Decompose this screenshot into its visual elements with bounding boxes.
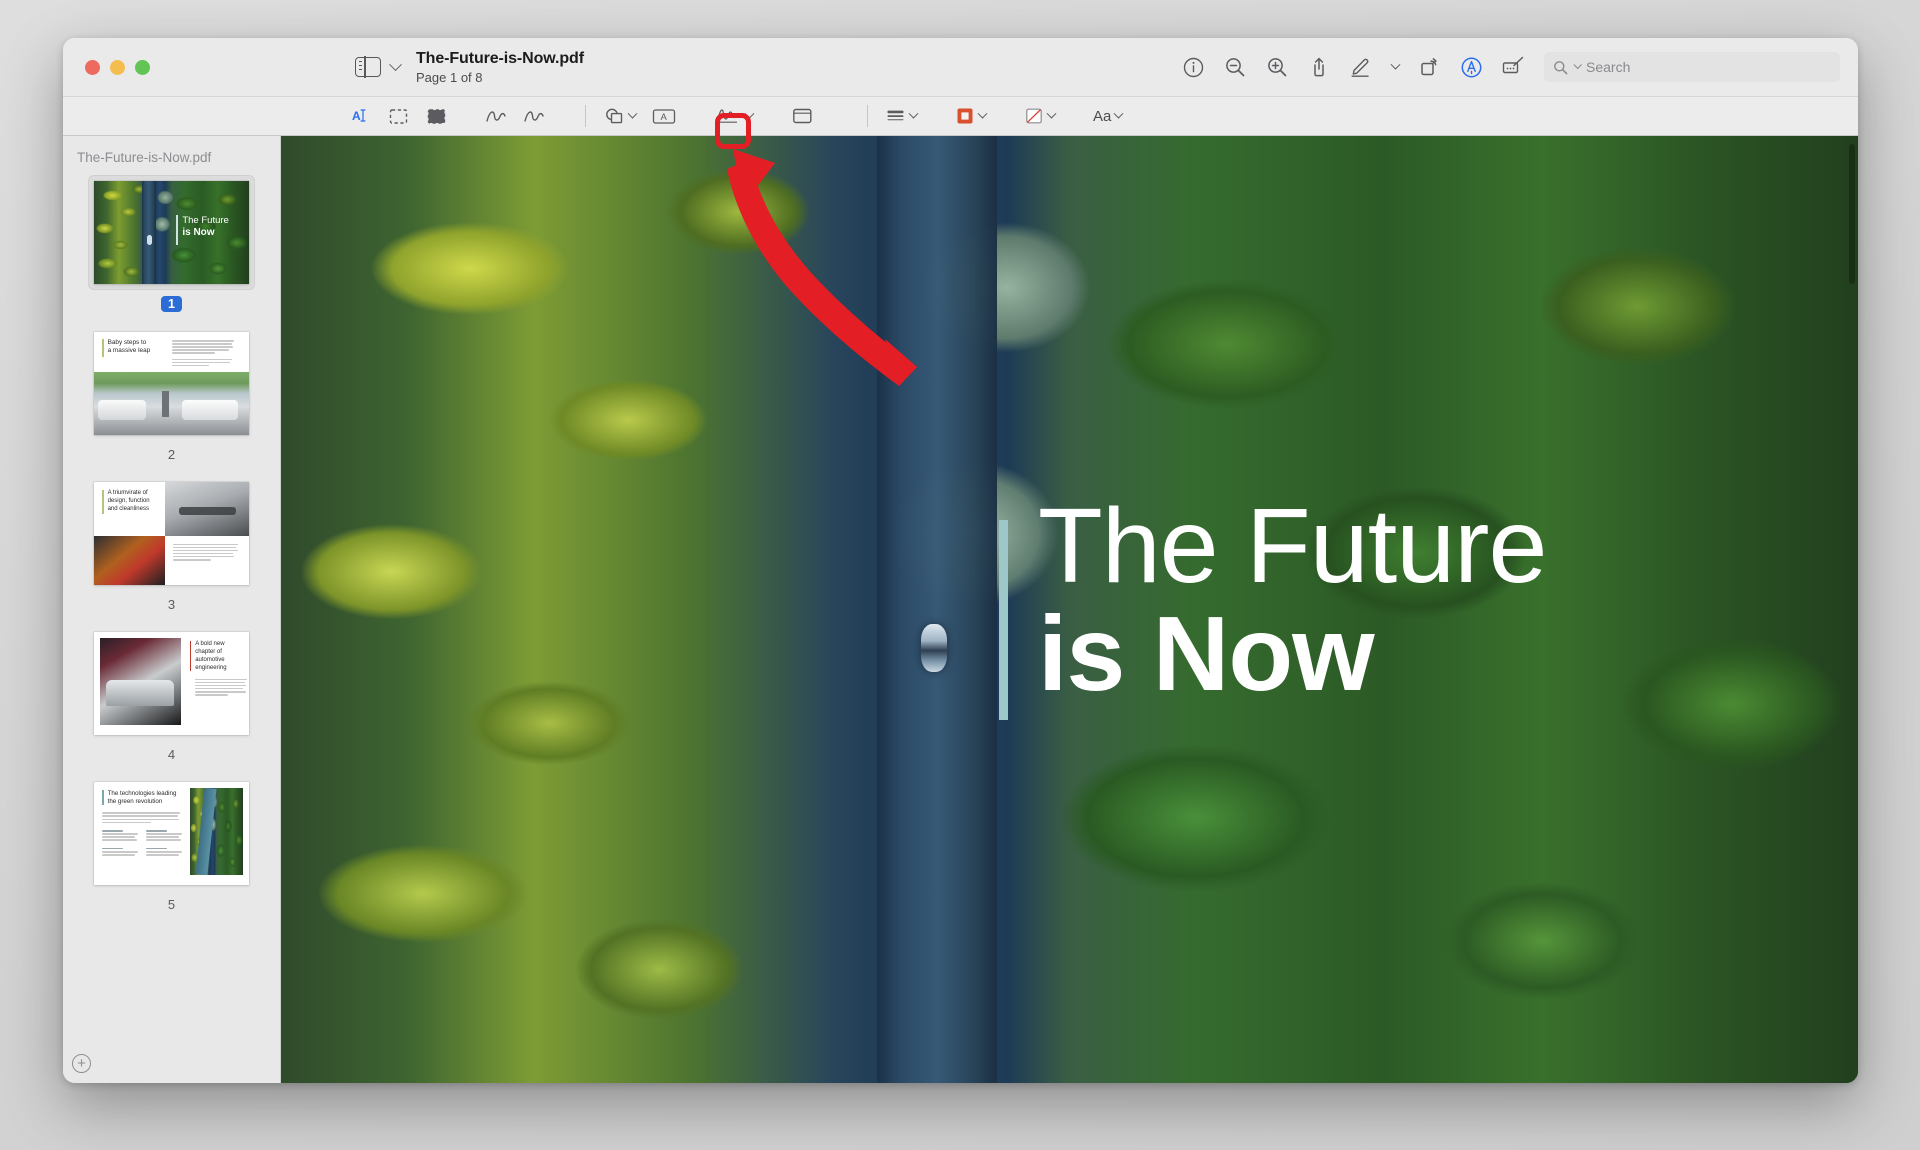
page-number-label: 4 [167, 747, 176, 762]
zoom-in-icon[interactable] [1256, 48, 1298, 86]
sign-icon[interactable] [1492, 48, 1534, 86]
signature-icon[interactable] [710, 101, 757, 131]
desktop-background: The-Future-is-Now.pdf Page 1 of 8 Search… [0, 0, 1920, 1150]
rotate-icon[interactable] [1408, 48, 1450, 86]
window-titlebar: The-Future-is-Now.pdf Page 1 of 8 Search [63, 38, 1858, 96]
thumbnail-image: The Future is Now [94, 181, 249, 284]
page-status: Page 1 of 8 [416, 69, 483, 85]
thumbnail-sidebar: The-Future-is-Now.pdf The Future is Now [63, 136, 281, 1083]
search-scope-chevron-icon[interactable] [1573, 60, 1582, 70]
page-number-label: 5 [167, 897, 176, 912]
sketch-icon[interactable] [481, 101, 511, 131]
search-input[interactable]: Search [1544, 52, 1840, 82]
page-title: The-Future-is-Now.pdf [416, 49, 584, 67]
markup-chevron-down-icon[interactable] [1382, 48, 1408, 86]
shapes-icon[interactable] [600, 101, 640, 131]
car-feature [921, 623, 948, 672]
traffic-light-controls [63, 59, 263, 75]
page-number-label: 3 [167, 597, 176, 612]
heading-line-2: is Now [1037, 595, 1375, 714]
info-icon[interactable] [1172, 48, 1214, 86]
thumbnail-image: A bold new chapter of automotive enginee… [94, 632, 249, 735]
thumbnail-heading: A bold new chapter of automotive enginee… [195, 641, 227, 671]
text-style-label: Aa [1093, 107, 1112, 125]
shape-style-chevron-down-icon[interactable] [908, 108, 919, 119]
text-style-icon[interactable]: Aa [1089, 101, 1126, 131]
border-color-icon[interactable] [951, 101, 990, 131]
text-style-chevron-down-icon[interactable] [1113, 108, 1124, 119]
list-item[interactable]: The technologies leading the green revol… [63, 776, 280, 912]
svg-text:A: A [352, 109, 361, 123]
list-item[interactable]: The Future is Now 1 [63, 175, 280, 312]
page-number-badge: 1 [161, 296, 182, 312]
thumbnail-heading: Baby steps to a massive leap [107, 339, 151, 355]
share-icon[interactable] [1298, 48, 1340, 86]
thumbnail-page-2[interactable]: Baby steps to a massive leap [88, 326, 255, 441]
note-icon[interactable] [787, 101, 817, 131]
list-item[interactable]: Baby steps to a massive leap 2 [63, 326, 280, 462]
page-number-label: 2 [167, 447, 176, 462]
thumbnail-page-3[interactable]: A triumvirate of design, function and cl… [88, 476, 255, 591]
document-meta: The-Future-is-Now.pdf Page 1 of 8 [416, 50, 584, 85]
sidebar-title: The-Future-is-Now.pdf [77, 150, 212, 165]
svg-text:A: A [661, 112, 668, 123]
close-button[interactable] [85, 59, 100, 75]
title-accent-bar [998, 520, 1008, 721]
list-item[interactable]: A triumvirate of design, function and cl… [63, 476, 280, 612]
instant-alpha-icon[interactable] [421, 101, 451, 131]
rectangular-selection-icon[interactable] [383, 101, 413, 131]
border-color-chevron-down-icon[interactable] [977, 108, 988, 119]
page-heading: The Future is Now [1037, 487, 1547, 714]
titlebar-left-group: The-Future-is-Now.pdf Page 1 of 8 [355, 38, 584, 96]
search-placeholder: Search [1586, 59, 1631, 75]
sidebar-toggle-icon[interactable] [355, 56, 381, 78]
zoom-button[interactable] [135, 59, 150, 75]
thumbnail-heading: The technologies leading the green revol… [107, 790, 177, 806]
thumbnail-image: Baby steps to a massive leap [94, 332, 249, 435]
thumbnail-heading: A triumvirate of design, function and cl… [107, 490, 150, 512]
thumbnail-page-5[interactable]: The technologies leading the green revol… [88, 776, 255, 891]
text-box-icon[interactable]: A [648, 101, 680, 131]
toolbar-divider-2 [867, 105, 868, 127]
pdf-page-view[interactable]: The Future is Now [281, 136, 1858, 1083]
toolbar-divider [585, 105, 586, 127]
markup-toolbar: A A Aa [63, 96, 1858, 136]
road-feature [877, 136, 997, 1083]
text-selection-icon[interactable]: A [345, 101, 375, 131]
shapes-chevron-down-icon[interactable] [627, 108, 638, 119]
add-page-button[interactable]: + [72, 1054, 91, 1073]
window-body: The-Future-is-Now.pdf The Future is Now [63, 136, 1858, 1083]
add-page-label: + [77, 1055, 86, 1072]
thumbnail-title-line2: is Now [182, 227, 215, 239]
fill-color-icon[interactable] [1020, 101, 1059, 131]
list-item[interactable]: A bold new chapter of automotive enginee… [63, 626, 280, 762]
markup-pen-icon[interactable] [1340, 48, 1382, 86]
shape-style-icon[interactable] [882, 101, 921, 131]
zoom-out-icon[interactable] [1214, 48, 1256, 86]
thumbnail-image: A triumvirate of design, function and cl… [94, 482, 249, 585]
minimize-button[interactable] [110, 59, 125, 75]
highlight-icon[interactable] [1450, 48, 1492, 86]
signature-chevron-down-icon[interactable] [744, 108, 755, 119]
thumbnail-page-1[interactable]: The Future is Now [88, 175, 255, 290]
preview-window: The-Future-is-Now.pdf Page 1 of 8 Search… [63, 38, 1858, 1083]
heading-line-1: The Future [1037, 487, 1547, 606]
chevron-down-icon[interactable] [389, 57, 402, 71]
titlebar-right-group: Search [1172, 38, 1858, 96]
draw-icon[interactable] [519, 101, 549, 131]
fill-color-chevron-down-icon[interactable] [1046, 108, 1057, 119]
thumbnail-image: The technologies leading the green revol… [94, 782, 249, 885]
search-icon [1554, 60, 1568, 74]
thumbnail-list[interactable]: The Future is Now 1 Baby steps to a mass… [63, 175, 280, 1083]
thumbnail-page-4[interactable]: A bold new chapter of automotive enginee… [88, 626, 255, 741]
vertical-scrollbar[interactable] [1849, 144, 1855, 284]
thumbnail-title-line1: The Future [182, 214, 229, 226]
